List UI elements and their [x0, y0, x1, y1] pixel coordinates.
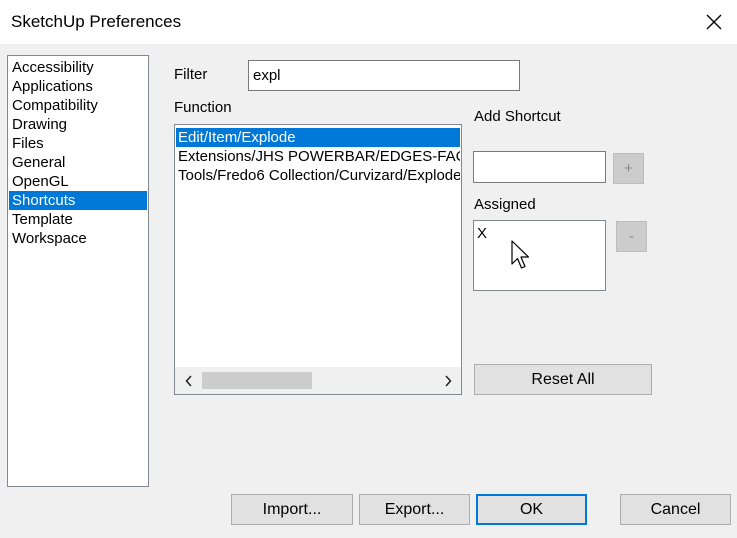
chevron-left-icon	[184, 374, 192, 387]
category-item-opengl[interactable]: OpenGL	[9, 172, 147, 191]
function-list[interactable]: Edit/Item/Explode Extensions/JHS POWERBA…	[174, 124, 462, 395]
title-bar: SketchUp Preferences	[0, 0, 737, 44]
ok-button[interactable]: OK	[476, 494, 587, 525]
horizontal-scrollbar[interactable]	[175, 367, 461, 394]
scroll-thumb[interactable]	[202, 372, 312, 389]
filter-input[interactable]	[248, 60, 520, 91]
close-button[interactable]	[691, 0, 737, 44]
window-title: SketchUp Preferences	[11, 12, 182, 31]
category-list[interactable]: Accessibility Applications Compatibility…	[7, 55, 149, 487]
scroll-left-button[interactable]	[175, 367, 202, 394]
assigned-label: Assigned	[474, 196, 536, 213]
scroll-right-button[interactable]	[434, 367, 461, 394]
shortcut-input[interactable]	[473, 151, 606, 183]
close-icon	[706, 14, 722, 30]
add-shortcut-button[interactable]: +	[613, 153, 644, 184]
function-label: Function	[174, 99, 232, 116]
reset-all-button[interactable]: Reset All	[474, 364, 652, 395]
remove-shortcut-button[interactable]: -	[616, 221, 647, 252]
assigned-list[interactable]: X	[473, 220, 606, 291]
category-item-shortcuts[interactable]: Shortcuts	[9, 191, 147, 210]
cancel-button[interactable]: Cancel	[620, 494, 731, 525]
function-item[interactable]: Edit/Item/Explode	[176, 128, 460, 147]
category-item-files[interactable]: Files	[9, 134, 147, 153]
category-item-compatibility[interactable]: Compatibility	[9, 96, 147, 115]
import-button[interactable]: Import...	[231, 494, 353, 525]
function-item[interactable]: Extensions/JHS POWERBAR/EDGES-FACES	[176, 147, 460, 166]
filter-label: Filter	[174, 66, 208, 83]
category-item-drawing[interactable]: Drawing	[9, 115, 147, 134]
chevron-right-icon	[444, 374, 452, 387]
category-item-template[interactable]: Template	[9, 210, 147, 229]
category-item-workspace[interactable]: Workspace	[9, 229, 147, 248]
export-button[interactable]: Export...	[359, 494, 470, 525]
assigned-item[interactable]: X	[477, 224, 487, 243]
category-item-general[interactable]: General	[9, 153, 147, 172]
category-item-applications[interactable]: Applications	[9, 77, 147, 96]
add-shortcut-label: Add Shortcut	[474, 108, 561, 125]
function-item[interactable]: Tools/Fredo6 Collection/Curvizard/Explod…	[176, 166, 460, 185]
category-item-accessibility[interactable]: Accessibility	[9, 58, 147, 77]
